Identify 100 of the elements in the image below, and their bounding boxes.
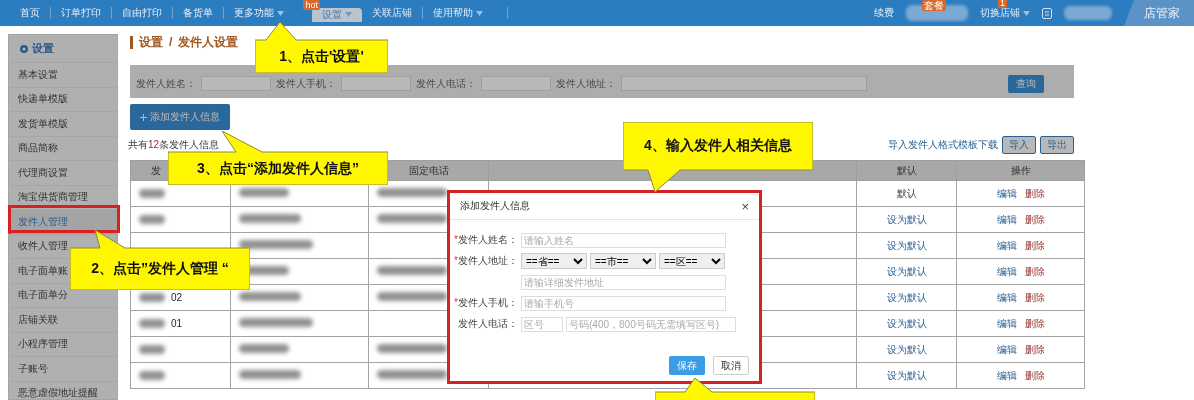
nav-tab[interactable]: 自由打印 [112,6,172,20]
delete-link[interactable]: 删除 [1024,317,1045,329]
dialog-title: 添加发件人信息 [460,199,530,213]
input-field[interactable]: 区号 [521,316,563,332]
callout: 4、输入发件人相关信息 [623,122,813,192]
input-field[interactable] [481,76,551,91]
delete-link[interactable]: 删除 [1024,239,1045,251]
blurred-text [239,292,301,301]
edit-link[interactable]: 编辑 [996,213,1017,225]
default-label: 默认 [896,187,917,199]
plan-badge: 套餐 [922,0,946,11]
caret-icon [1023,10,1030,16]
blurred-text [139,189,165,198]
sidebar-item[interactable]: 恶意虚假地址提醒 [18,386,98,400]
filter-label: 发件人手机： [276,76,336,91]
column-header: 操作 [1010,164,1031,176]
sidebar-item[interactable]: 商品简称 [18,141,58,156]
delete-link[interactable]: 删除 [1024,291,1045,303]
blurred-text [139,345,165,354]
nav-tab[interactable]: 更多功能 [224,6,294,20]
callout: 1、点击'设置' [255,22,388,73]
sidebar-item[interactable]: 店铺关联 [18,312,58,327]
callout: 2、点击”发件人管理 “ [70,230,250,290]
template-download-link[interactable]: 导入发件人格式模板下载 [888,138,998,152]
close-button[interactable]: × [741,198,749,214]
field-label: 发件人电话： [458,317,518,331]
sidebar-item[interactable]: 小程序管理 [18,337,68,352]
set-default-link[interactable]: 设为默认 [886,343,927,355]
sidebar-item[interactable]: 收件人管理 [18,239,68,254]
sidebar-item[interactable]: 基本设置 [18,67,58,82]
blurred-text [1064,6,1112,20]
input-field[interactable] [201,76,271,91]
delete-link[interactable]: 删除 [1024,213,1045,225]
input-field[interactable]: 号码(400，800号码无需填写区号) [566,316,736,332]
renew-link[interactable]: 续费 [874,6,894,20]
sidebar-item[interactable]: 淘宝供货商管理 [18,190,88,205]
nav-tab[interactable]: 订单打印 [51,6,111,20]
blurred-text [239,188,289,197]
sidebar-item[interactable]: 发货单模版 [18,116,68,131]
count-badge: 1 [998,0,1007,8]
table-cell: 02 [171,292,183,303]
import-button[interactable]: 导入 [1002,136,1036,154]
column-header: 默认 [896,164,917,176]
set-default-link[interactable]: 设为默认 [886,369,927,381]
blurred-text [139,371,165,380]
nav-tab[interactable]: 关联店铺 [362,6,422,20]
switch-store-menu[interactable]: 切换店铺 [980,6,1030,20]
sidebar-item[interactable]: 快递单模版 [18,92,68,107]
blurred-text [377,292,447,301]
hot-badge: hot [303,0,320,10]
set-default-link[interactable]: 设为默认 [886,239,927,251]
dropdown[interactable]: ==市== [590,253,656,269]
set-default-link[interactable]: 设为默认 [886,213,927,225]
delete-link[interactable]: 删除 [1024,369,1045,381]
edit-link[interactable]: 编辑 [996,265,1017,277]
sidebar-item[interactable]: 电子面单分 [18,288,68,303]
breadcrumb-item: 发件人设置 [178,33,239,51]
edit-link[interactable]: 编辑 [996,187,1017,199]
blurred-text [377,344,447,353]
sidebar-item[interactable]: 代理商设置 [18,165,68,180]
document-icon[interactable] [1042,7,1052,19]
input-field[interactable] [621,76,867,91]
sidebar-item[interactable]: 电子面单账 [18,263,68,278]
delete-link[interactable]: 删除 [1024,343,1045,355]
set-default-link[interactable]: 设为默认 [886,265,927,277]
edit-link[interactable]: 编辑 [996,369,1017,381]
cancel-button[interactable]: 取消 [713,356,749,375]
dropdown[interactable]: ==区== [659,253,725,269]
nav-tab[interactable]: 备货单 [173,6,223,20]
input-field[interactable] [341,76,411,91]
filter-label: 发件人地址： [556,76,616,91]
edit-link[interactable]: 编辑 [996,317,1017,329]
delete-link[interactable]: 删除 [1024,187,1045,199]
input-field[interactable]: 请输入姓名 [521,232,726,248]
set-default-link[interactable]: 设为默认 [886,291,927,303]
blurred-text [139,215,165,224]
export-button[interactable]: 导出 [1040,136,1074,154]
input-field[interactable]: 请输手机号 [521,295,726,311]
record-count: 共有12条发件人信息 [128,138,220,152]
edit-link[interactable]: 编辑 [996,291,1017,303]
column-header: 发 [151,164,161,176]
set-default-link[interactable]: 设为默认 [886,317,927,329]
delete-link[interactable]: 删除 [1024,265,1045,277]
edit-link[interactable]: 编辑 [996,239,1017,251]
nav-tab[interactable]: 使用帮助 [423,6,493,20]
plus-icon [140,113,147,121]
dropdown[interactable]: ==省== [521,253,587,269]
sidebar-item[interactable]: 子账号 [18,361,48,376]
input-field[interactable]: 请输详细发件地址 [521,274,726,290]
blurred-text [239,344,289,353]
field-label: *发件人地址： [454,254,518,268]
nav-tab[interactable]: 首页 [10,6,50,20]
filter-label: 发件人姓名： [136,76,196,91]
breadcrumb-separator: / [169,35,173,49]
blurred-text [139,293,165,302]
breadcrumb-item[interactable]: 设置 [139,33,163,51]
edit-link[interactable]: 编辑 [996,343,1017,355]
logo: 店管家 [1124,0,1194,26]
blurred-text [377,188,447,197]
blurred-text [377,266,447,275]
